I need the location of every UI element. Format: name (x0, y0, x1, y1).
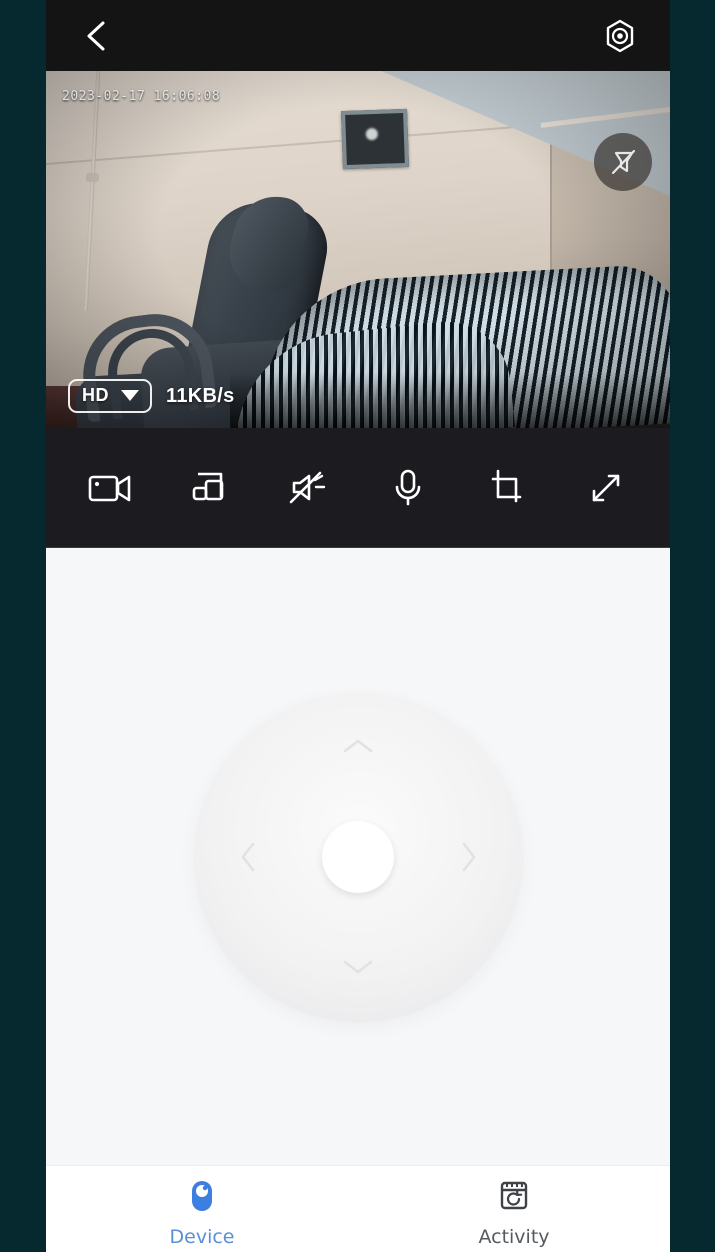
ptz-left-button[interactable] (231, 833, 265, 881)
chevron-up-icon (343, 739, 373, 753)
chevron-right-icon (462, 842, 475, 871)
ptz-control-area (46, 548, 670, 1165)
fullscreen-button[interactable] (574, 456, 638, 520)
video-stream[interactable]: 2023-02-17 16:06:08 HD 11KB/s (46, 71, 670, 428)
video-toolbar (46, 428, 670, 548)
video-status-row: HD 11KB/s (68, 379, 235, 413)
multi-screen-icon (192, 472, 224, 500)
microphone-icon (395, 469, 420, 505)
back-button[interactable] (74, 14, 118, 58)
chevron-left-icon (241, 842, 254, 871)
phone-screen: 2023-02-17 16:06:08 HD 11KB/s Device Act… (46, 0, 670, 1252)
snapshot-crop-button[interactable] (475, 456, 539, 520)
record-video-button[interactable] (78, 456, 142, 520)
alarm-toggle-button[interactable] (594, 133, 652, 191)
speaker-mute-button[interactable] (276, 456, 340, 520)
ptz-right-button[interactable] (452, 833, 486, 881)
ptz-down-button[interactable] (334, 950, 382, 984)
ptz-dpad[interactable] (194, 693, 522, 1020)
video-timestamp: 2023-02-17 16:06:08 (62, 89, 221, 104)
chevron-down-icon (343, 960, 373, 974)
quality-label: HD (82, 385, 109, 405)
chevron-left-icon (87, 21, 105, 50)
ptz-center-button[interactable] (322, 820, 394, 893)
quality-selector[interactable]: HD (68, 379, 152, 413)
ptz-up-button[interactable] (334, 729, 382, 763)
settings-button[interactable] (598, 14, 642, 58)
nav-item-device[interactable]: Device (46, 1166, 358, 1252)
camera-scene-image (46, 71, 670, 428)
bitrate-label: 11KB/s (166, 384, 235, 407)
expand-arrows-icon (592, 474, 620, 501)
siren-muted-icon (611, 149, 636, 175)
calendar-history-icon (500, 1181, 528, 1210)
top-bar (46, 0, 670, 71)
bottom-navigation: Device Activity (46, 1165, 670, 1252)
caret-down-icon (121, 390, 139, 401)
multi-screen-button[interactable] (177, 456, 241, 520)
nav-label-device: Device (169, 1226, 235, 1248)
speaker-muted-icon (290, 471, 326, 503)
microphone-button[interactable] (376, 456, 440, 520)
video-camera-icon (88, 475, 130, 501)
device-camera-icon (192, 1181, 212, 1211)
hexagon-settings-icon (606, 19, 634, 52)
nav-label-activity: Activity (478, 1226, 550, 1248)
nav-item-activity[interactable]: Activity (358, 1166, 670, 1252)
crop-icon (491, 469, 522, 502)
